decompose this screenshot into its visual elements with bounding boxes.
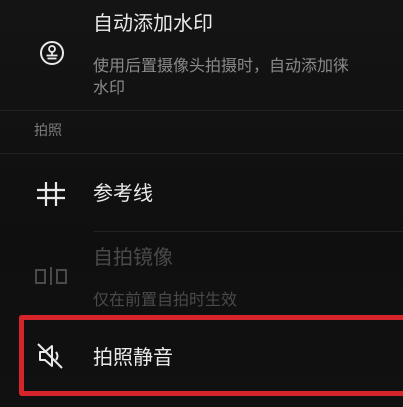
- camera-settings-screen: 自动添加水印 使用后置摄像头拍摄时，自动添加徕 水印 拍照 参考线 自拍镜像 仅…: [0, 0, 403, 407]
- highlight-annotation-box: [19, 315, 403, 396]
- grid-icon: [37, 182, 65, 206]
- section-header-photo: 拍照: [34, 123, 62, 139]
- watermark-stamp-icon: [40, 41, 64, 65]
- setting-item-guide-lines[interactable]: 参考线: [0, 154, 403, 230]
- selfie-mirror-title: 自拍镜像: [93, 245, 173, 269]
- setting-item-watermark[interactable]: 自动添加水印 使用后置摄像头拍摄时，自动添加徕 水印: [0, 0, 403, 110]
- watermark-description-line1: 使用后置摄像头拍摄时，自动添加徕: [93, 56, 350, 75]
- watermark-description-line2: 水印: [93, 78, 126, 97]
- watermark-title: 自动添加水印: [93, 11, 213, 35]
- guide-lines-title: 参考线: [93, 181, 153, 205]
- setting-item-selfie-mirror[interactable]: 自拍镜像 仅在前置自拍时生效: [0, 232, 403, 314]
- section-divider: [0, 110, 403, 111]
- selfie-mirror-description: 仅在前置自拍时生效: [93, 290, 238, 309]
- mirror-flip-icon: [35, 267, 67, 285]
